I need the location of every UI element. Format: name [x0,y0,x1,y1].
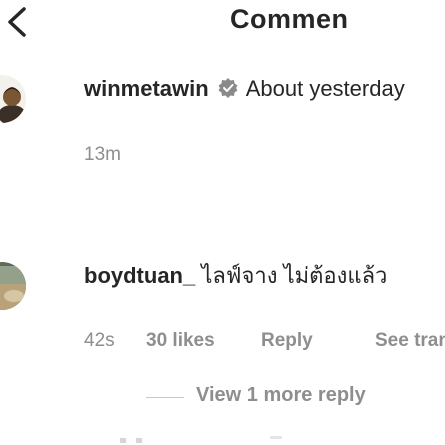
avatar-image [0,75,26,123]
view-replies-divider [146,397,184,398]
verified-badge-icon [218,78,238,98]
comment-timestamp: 13m [84,144,121,165]
reply-username[interactable]: boydtuan_ [84,263,195,288]
header-bar: Commen [0,0,445,44]
reply-text: ไลฟ์จาง ไม่ต้องแล้ว [201,263,388,288]
comment-username[interactable]: winmetawin [84,76,209,101]
page-title: Commen [230,4,349,34]
reply-meta: 42s 30 likes Reply See trans [84,330,445,352]
avatar[interactable] [0,262,26,310]
reply-button[interactable]: Reply [261,330,375,352]
comment-text: About yesterday [245,76,405,101]
comment-line: winmetawin About yesterday [84,76,405,102]
reply-timestamp: 42s [84,330,115,351]
view-more-replies-button[interactable]: View 1 more reply [196,384,366,407]
next-comment-partial [120,436,282,443]
likes-count-link[interactable]: 30 likes [146,330,261,352]
avatar-image [0,262,26,310]
see-translation-button[interactable]: See trans [375,330,445,352]
avatar[interactable] [0,75,26,123]
reply-line: boydtuan_ ไลฟ์จาง ไม่ต้องแล้ว [84,258,387,293]
chevron-left-icon[interactable] [4,6,32,38]
